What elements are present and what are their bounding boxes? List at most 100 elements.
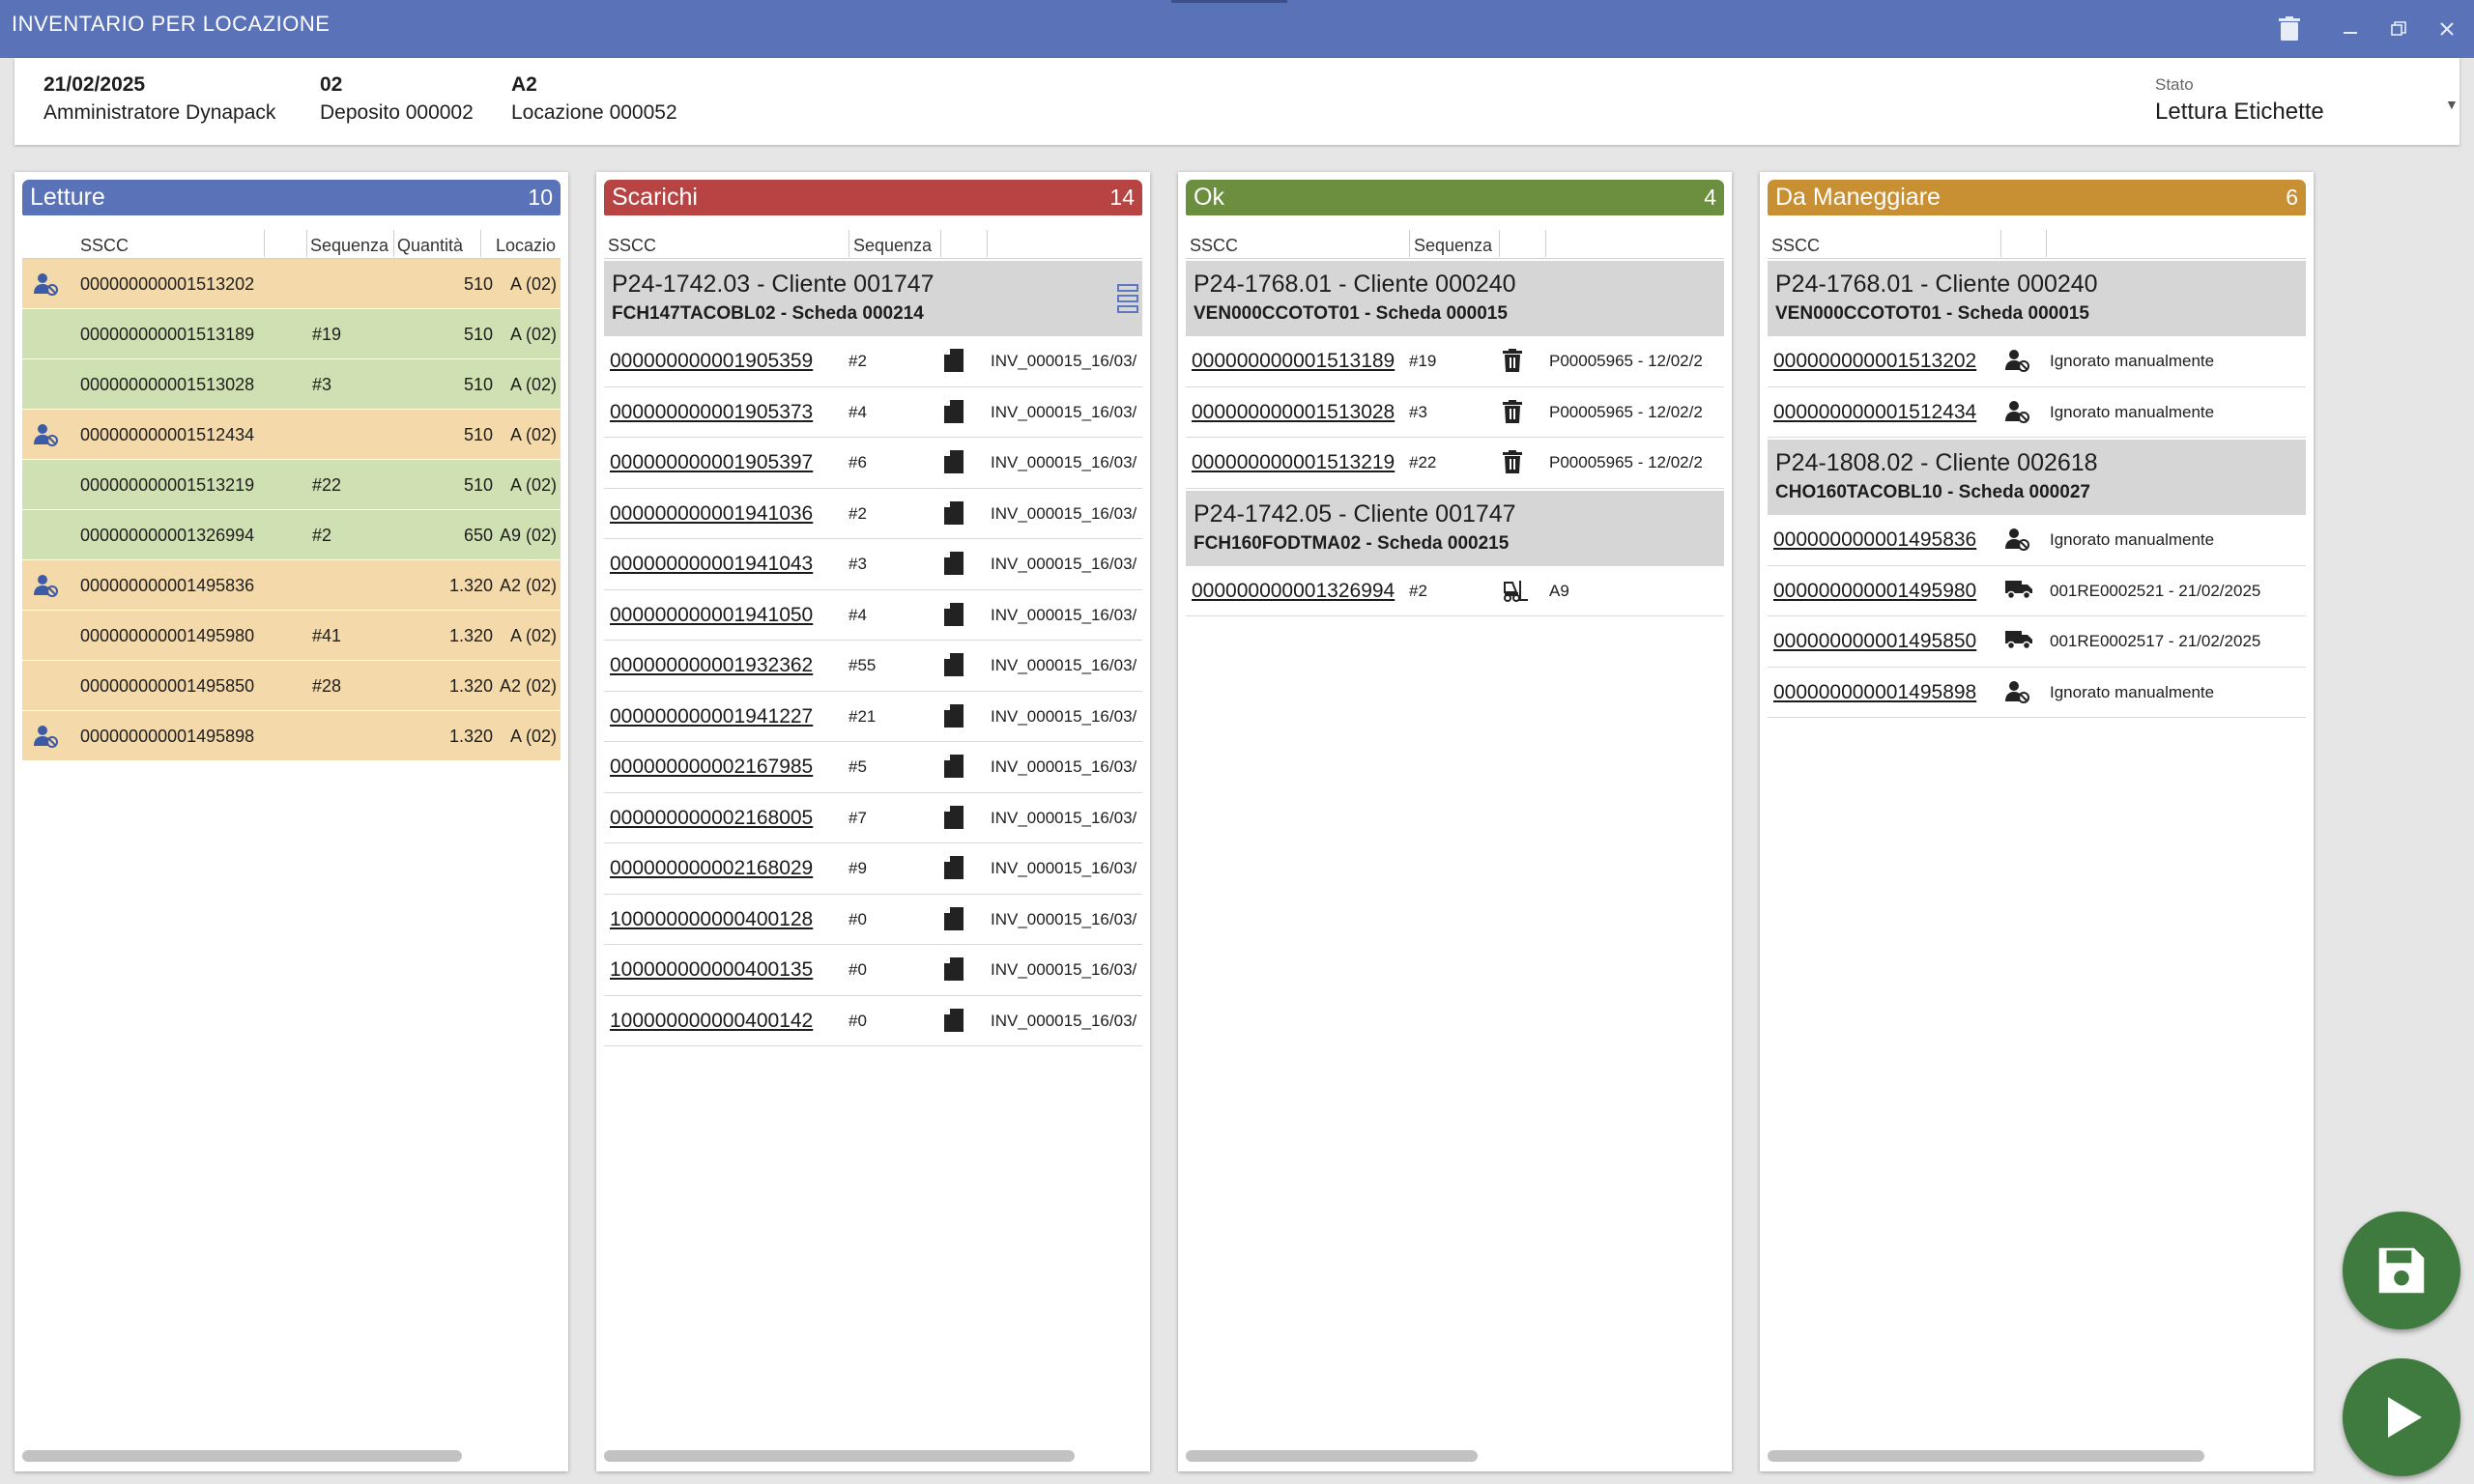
- horizontal-scrollbar[interactable]: [1768, 1450, 2204, 1462]
- sscc-link[interactable]: 100000000000400128: [610, 908, 813, 931]
- column-header-sscc[interactable]: SSCC: [1190, 236, 1238, 256]
- column-header-sequenza[interactable]: Sequenza: [310, 236, 388, 256]
- sscc-link[interactable]: 000000000002167985: [610, 756, 813, 779]
- list-item[interactable]: 000000000001941227 #21 INV_000015_16/03/: [604, 692, 1142, 742]
- sscc-link[interactable]: 000000000001513028: [1192, 401, 1395, 424]
- table-row[interactable]: 000000000001495898 1.320 A (02): [22, 711, 561, 761]
- title-bar: INVENTARIO PER LOCAZIONE: [0, 0, 2474, 58]
- column-header-sequenza[interactable]: Sequenza: [1414, 236, 1492, 256]
- list-item[interactable]: 000000000001905373 #4 INV_000015_16/03/: [604, 387, 1142, 438]
- group-header[interactable]: P24-1768.01 - Cliente 000240 VEN000CCOTOT…: [1768, 261, 2306, 336]
- sscc-link[interactable]: 100000000000400135: [610, 958, 813, 982]
- sscc-link[interactable]: 000000000001495850: [1773, 630, 1976, 653]
- location-cell: A (02): [509, 325, 557, 344]
- sscc-link[interactable]: 000000000002168005: [610, 807, 813, 830]
- group-header[interactable]: P24-1808.02 - Cliente 002618 CHO160TACOBL…: [1768, 440, 2306, 515]
- delete-icon[interactable]: [2268, 8, 2311, 50]
- column-header-sscc[interactable]: SSCC: [1771, 236, 1820, 256]
- note-cell: P00005965 - 12/02/2: [1549, 402, 1703, 421]
- table-row[interactable]: 000000000001512434 510 A (02): [22, 410, 561, 460]
- da-maneggiare-list: P24-1768.01 - Cliente 000240 VEN000CCOTOT…: [1768, 259, 2306, 718]
- table-row[interactable]: 000000000001513189 #19 510 A (02): [22, 309, 561, 359]
- list-item[interactable]: 000000000001326994 #2 A9: [1186, 566, 1724, 616]
- list-item[interactable]: 000000000001932362 #55 INV_000015_16/03/: [604, 641, 1142, 692]
- sscc-link[interactable]: 000000000001495898: [1773, 681, 1976, 704]
- document-icon: [944, 906, 967, 932]
- list-item[interactable]: 100000000000400135 #0 INV_000015_16/03/: [604, 945, 1142, 996]
- column-header-sscc[interactable]: SSCC: [80, 236, 129, 256]
- list-item[interactable]: 000000000001495980 001RE0002521 - 21/02/2…: [1768, 566, 2306, 616]
- list-item[interactable]: 000000000001495850 001RE0002517 - 21/02/2…: [1768, 616, 2306, 668]
- save-button[interactable]: [2343, 1212, 2460, 1329]
- table-row[interactable]: 000000000001495850 #28 1.320 A2 (02): [22, 661, 561, 711]
- table-row[interactable]: 000000000001495980 #41 1.320 A (02): [22, 611, 561, 661]
- table-row[interactable]: 000000000001513219 #22 510 A (02): [22, 460, 561, 510]
- sscc-link[interactable]: 000000000001941036: [610, 502, 813, 526]
- horizontal-scrollbar[interactable]: [22, 1450, 462, 1462]
- panel-header-letture: Letture 10: [22, 180, 561, 215]
- group-header[interactable]: P24-1768.01 - Cliente 000240 VEN000CCOTOT…: [1186, 261, 1724, 336]
- stack-icon[interactable]: [1117, 284, 1138, 313]
- sscc-link[interactable]: 000000000001512434: [1773, 401, 1976, 424]
- sscc-link[interactable]: 000000000001941043: [610, 553, 813, 576]
- sscc-link[interactable]: 000000000002168029: [610, 857, 813, 880]
- group-header[interactable]: P24-1742.05 - Cliente 001747 FCH160FODTMA…: [1186, 490, 1724, 566]
- sequence-cell: #9: [849, 859, 867, 877]
- list-item[interactable]: 000000000002167985 #5 INV_000015_16/03/: [604, 742, 1142, 793]
- sscc-link[interactable]: 000000000001941227: [610, 705, 813, 728]
- list-item[interactable]: 000000000002168005 #7 INV_000015_16/03/: [604, 793, 1142, 843]
- group-header[interactable]: P24-1742.03 - Cliente 001747 FCH147TACOBL…: [604, 261, 1142, 336]
- minimize-icon[interactable]: [2329, 8, 2372, 50]
- sscc-link[interactable]: 000000000001513189: [1192, 350, 1395, 373]
- sscc-link[interactable]: 000000000001905359: [610, 350, 813, 373]
- user-blocked-icon: [34, 423, 59, 446]
- table-row[interactable]: 000000000001513202 510 A (02): [22, 259, 561, 309]
- restore-icon[interactable]: [2377, 8, 2420, 50]
- list-item[interactable]: 000000000001941036 #2 INV_000015_16/03/: [604, 489, 1142, 539]
- column-header-locazione[interactable]: Locazio: [496, 236, 556, 256]
- list-item[interactable]: 100000000000400128 #0 INV_000015_16/03/: [604, 895, 1142, 945]
- sscc-link[interactable]: 000000000001513202: [1773, 350, 1976, 373]
- column-header-sequenza[interactable]: Sequenza: [853, 236, 932, 256]
- document-icon: [944, 1008, 967, 1034]
- list-item[interactable]: 000000000001905359 #2 INV_000015_16/03/: [604, 336, 1142, 387]
- window-title: INVENTARIO PER LOCAZIONE: [12, 12, 331, 36]
- table-row[interactable]: 000000000001513028 #3 510 A (02): [22, 359, 561, 410]
- sscc-link[interactable]: 000000000001905397: [610, 451, 813, 474]
- info-deposito: 02 Deposito 000002: [320, 73, 474, 125]
- list-item[interactable]: 000000000001905397 #6 INV_000015_16/03/: [604, 438, 1142, 489]
- list-item[interactable]: 000000000002168029 #9 INV_000015_16/03/: [604, 843, 1142, 895]
- sscc-link[interactable]: 000000000001513219: [1192, 451, 1395, 474]
- sscc-link[interactable]: 000000000001495836: [1773, 528, 1976, 552]
- sscc-link[interactable]: 000000000001495980: [1773, 580, 1976, 603]
- list-item[interactable]: 000000000001941050 #4 INV_000015_16/03/: [604, 590, 1142, 641]
- list-item[interactable]: 100000000000400142 #0 INV_000015_16/03/: [604, 996, 1142, 1046]
- list-item[interactable]: 000000000001513219 #22 P00005965 - 12/02/2: [1186, 438, 1724, 489]
- sscc-link[interactable]: 000000000001905373: [610, 401, 813, 424]
- column-header-sscc[interactable]: SSCC: [608, 236, 656, 256]
- stato-select[interactable]: Stato Lettura Etichette ▼: [2155, 75, 2459, 126]
- list-item[interactable]: 000000000001513189 #19 P00005965 - 12/02/2: [1186, 336, 1724, 387]
- list-item[interactable]: 000000000001495836 Ignorato manualmente: [1768, 515, 2306, 566]
- panel-header-da-maneggiare: Da Maneggiare 6: [1768, 180, 2306, 215]
- column-header-row: SSCC Sequenza: [1186, 228, 1724, 259]
- list-item[interactable]: 000000000001495898 Ignorato manualmente: [1768, 668, 2306, 718]
- sscc-link[interactable]: 000000000001932362: [610, 654, 813, 677]
- horizontal-scrollbar[interactable]: [604, 1450, 1075, 1462]
- table-row[interactable]: 000000000001326994 #2 650 A9 (02): [22, 510, 561, 560]
- sscc-link[interactable]: 000000000001941050: [610, 604, 813, 627]
- column-header-quantita[interactable]: Quantità: [397, 236, 463, 256]
- panel-count: 6: [2286, 185, 2298, 210]
- note-cell: INV_000015_16/03/: [991, 808, 1137, 827]
- close-icon[interactable]: [2426, 8, 2468, 50]
- list-item[interactable]: 000000000001513202 Ignorato manualmente: [1768, 336, 2306, 387]
- horizontal-scrollbar[interactable]: [1186, 1450, 1478, 1462]
- start-button[interactable]: [2343, 1358, 2460, 1476]
- list-item[interactable]: 000000000001941043 #3 INV_000015_16/03/: [604, 539, 1142, 590]
- table-row[interactable]: 000000000001495836 1.320 A2 (02): [22, 560, 561, 611]
- sscc-link[interactable]: 100000000000400142: [610, 1010, 813, 1033]
- sscc-link[interactable]: 000000000001326994: [1192, 580, 1395, 603]
- list-item[interactable]: 000000000001513028 #3 P00005965 - 12/02/2: [1186, 387, 1724, 438]
- list-item[interactable]: 000000000001512434 Ignorato manualmente: [1768, 387, 2306, 438]
- quantity-cell: 650: [463, 526, 493, 545]
